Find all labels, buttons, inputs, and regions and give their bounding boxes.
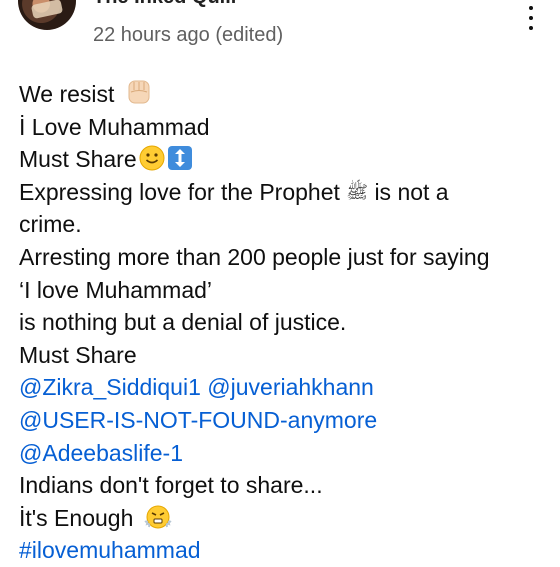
post-text: is nothing but a denial of justice. xyxy=(19,309,347,336)
post-text: Arresting more than 200 people just for … xyxy=(19,243,490,270)
post-text: İt's Enough xyxy=(19,504,134,531)
post-line: #ilovemuhammad xyxy=(19,534,549,567)
post-line: ‘I love Muhammad’ xyxy=(19,274,549,307)
post-text: ‘I love Muhammad’ xyxy=(19,276,213,303)
hashtag-link[interactable]: #ilovemuhammad xyxy=(19,537,201,563)
post-line: crime. xyxy=(19,208,549,241)
post-line: is nothing but a denial of justice. xyxy=(19,306,549,339)
post-text: İ Love Muhammad xyxy=(19,113,210,140)
post-header: The Inked Quill 22 hours ago (edited) xyxy=(0,0,560,60)
smiling-face-emoji xyxy=(139,145,165,180)
post-line: @Zikra_Siddiqui1 @juveriahkhann xyxy=(19,371,549,404)
post-text: is not a xyxy=(374,178,449,205)
post-text: crime. xyxy=(19,211,82,238)
more-vertical-icon[interactable] xyxy=(516,0,546,40)
post-text: Indians don't forget to share... xyxy=(19,472,323,499)
raised-fist-emoji xyxy=(125,78,153,115)
post-line: Indians don't forget to share... xyxy=(19,469,549,502)
up-down-arrow-emoji xyxy=(167,145,193,180)
post-line: @USER-IS-NOT-FOUND-anymore xyxy=(19,404,549,437)
mention-link[interactable]: @Adeebaslife-1 xyxy=(19,440,183,466)
post-text: Expressing love for the Prophet xyxy=(19,178,340,205)
post-line: Arresting more than 200 people just for … xyxy=(19,241,549,274)
face-with-steam-emoji xyxy=(144,504,172,539)
post-text: Must Share xyxy=(19,341,137,368)
post-body: We resist İ Love Muhammad Must Share Exp… xyxy=(19,78,549,567)
post-line: İt's Enough xyxy=(19,502,549,535)
channel-name[interactable]: The Inked Quill xyxy=(93,0,236,9)
post-line: Must Share xyxy=(19,339,549,372)
post-text: Must Share xyxy=(19,146,137,173)
mention-link[interactable]: @Zikra_Siddiqui1 xyxy=(19,374,201,400)
post-line: Expressing love for the Prophet ﷺ is not… xyxy=(19,176,549,209)
post-text: We resist xyxy=(19,81,115,107)
post-line: İ Love Muhammad xyxy=(19,111,549,144)
post-line: @Adeebaslife-1 xyxy=(19,437,549,470)
post-line: Must Share xyxy=(19,143,549,176)
avatar[interactable] xyxy=(18,0,76,30)
salawat-glyph: ﷺ xyxy=(346,181,369,202)
post-timestamp[interactable]: 22 hours ago (edited) xyxy=(93,24,283,47)
mention-link[interactable]: @USER-IS-NOT-FOUND-anymore xyxy=(19,407,377,433)
mention-link[interactable]: @juveriahkhann xyxy=(207,374,374,400)
post-line: We resist xyxy=(19,78,549,111)
